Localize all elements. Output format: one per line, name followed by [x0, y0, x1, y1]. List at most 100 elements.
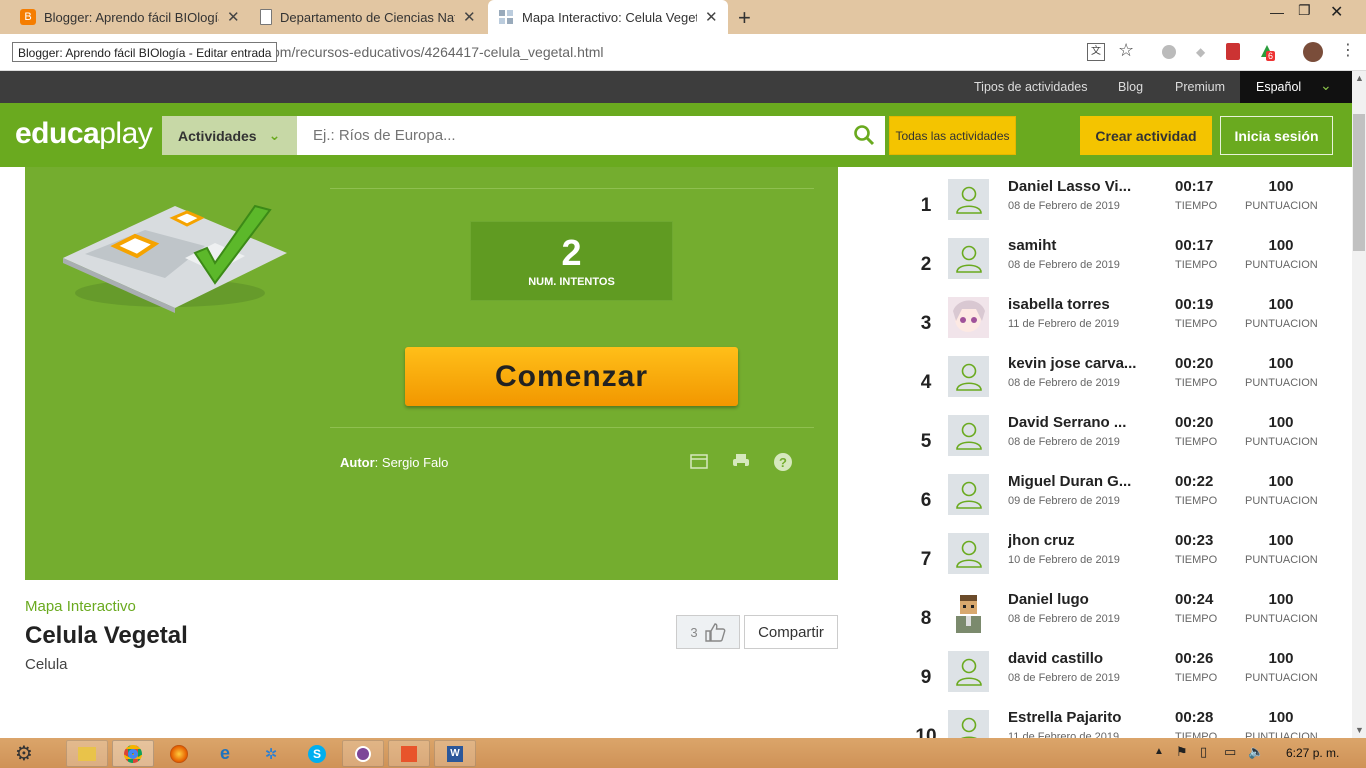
- user-icon[interactable]: [948, 474, 989, 515]
- all-activities-button[interactable]: Todas las actividades: [889, 116, 1016, 155]
- user-icon[interactable]: [948, 651, 989, 692]
- score-label: PUNTUACION: [1245, 200, 1318, 212]
- pdf-extension-icon[interactable]: [1226, 43, 1240, 60]
- show-hidden-icons[interactable]: ▲: [1154, 746, 1164, 757]
- share-button[interactable]: Compartir: [744, 615, 838, 649]
- time-label: TIEMPO: [1175, 613, 1218, 625]
- score-label: PUNTUACION: [1245, 377, 1318, 389]
- nav-tipos-actividades[interactable]: Tipos de actividades: [974, 80, 1088, 94]
- network-icon[interactable]: ▭: [1224, 744, 1236, 760]
- divider: [330, 427, 814, 428]
- user-icon[interactable]: [948, 415, 989, 456]
- play-time: 00:20: [1175, 414, 1214, 431]
- profile-avatar[interactable]: [1303, 42, 1323, 62]
- scroll-down-icon[interactable]: ▼: [1355, 725, 1364, 735]
- user-icon[interactable]: [948, 356, 989, 397]
- battery-icon[interactable]: ▯: [1200, 744, 1207, 760]
- time-label: TIEMPO: [1175, 200, 1218, 212]
- player-name[interactable]: David Serrano ...: [1008, 414, 1138, 431]
- firefox-icon[interactable]: [158, 740, 200, 767]
- extension-icon[interactable]: 6: [1258, 42, 1276, 61]
- chrome-icon[interactable]: [112, 740, 154, 767]
- player-name[interactable]: Daniel Lasso Vi...: [1008, 178, 1138, 195]
- player-name[interactable]: samiht: [1008, 237, 1138, 254]
- tab-mapa-interactivo[interactable]: Mapa Interactivo: Celula Vegetal ✕: [488, 0, 728, 34]
- score-label: PUNTUACION: [1245, 554, 1318, 566]
- file-explorer-icon[interactable]: [66, 740, 108, 767]
- play-time: 00:20: [1175, 355, 1214, 372]
- window-close-icon[interactable]: ✕: [1330, 2, 1343, 22]
- close-icon[interactable]: ✕: [227, 8, 240, 26]
- minimize-icon[interactable]: —: [1270, 4, 1284, 20]
- play-time: 00:23: [1175, 532, 1214, 549]
- author-name[interactable]: : Sergio Falo: [375, 455, 449, 470]
- score-label: PUNTUACION: [1245, 259, 1318, 271]
- network-app-icon[interactable]: ✲: [250, 740, 292, 767]
- rank-position: 9: [920, 667, 932, 688]
- category-select[interactable]: Actividades ⌄: [162, 116, 297, 155]
- player-name[interactable]: david castillo: [1008, 650, 1138, 667]
- player-name[interactable]: Estrella Pajarito: [1008, 709, 1138, 726]
- time-label: TIEMPO: [1175, 377, 1218, 389]
- thumbs-up-icon: [704, 622, 726, 642]
- help-icon[interactable]: ?: [774, 453, 792, 471]
- close-icon[interactable]: ✕: [705, 8, 718, 26]
- score-label: PUNTUACION: [1245, 318, 1318, 330]
- player-name[interactable]: isabella torres: [1008, 296, 1138, 313]
- rank-position: 6: [920, 490, 932, 511]
- language-select[interactable]: Español ⌄: [1240, 71, 1352, 103]
- nav-premium[interactable]: Premium: [1175, 80, 1225, 94]
- scrollbar-thumb[interactable]: [1353, 114, 1365, 251]
- volume-icon[interactable]: 🔈: [1248, 744, 1264, 760]
- tab-blogger[interactable]: B Blogger: Aprendo fácil BIOlogía - ✕: [10, 0, 248, 34]
- internet-explorer-icon[interactable]: e: [204, 740, 246, 767]
- play-date: 08 de Febrero de 2019: [1008, 613, 1120, 625]
- close-icon[interactable]: ✕: [463, 8, 476, 26]
- create-activity-button[interactable]: Crear actividad: [1080, 116, 1212, 155]
- player-name[interactable]: kevin jose carva...: [1008, 355, 1138, 372]
- like-button[interactable]: 3: [676, 615, 740, 649]
- scroll-up-icon[interactable]: ▲: [1355, 73, 1364, 83]
- start-gear-icon[interactable]: ⚙: [3, 740, 45, 767]
- office-icon[interactable]: [388, 740, 430, 767]
- extension-icon[interactable]: [1162, 45, 1176, 59]
- start-button[interactable]: Comenzar: [405, 347, 738, 406]
- user-icon[interactable]: [948, 533, 989, 574]
- player-name[interactable]: jhon cruz: [1008, 532, 1138, 549]
- score-value: 100: [1268, 532, 1294, 549]
- player-name[interactable]: Miguel Duran G...: [1008, 473, 1138, 490]
- activity-type[interactable]: Mapa Interactivo: [25, 598, 136, 615]
- player-name[interactable]: Daniel lugo: [1008, 591, 1138, 608]
- extension-badge: 6: [1266, 51, 1276, 61]
- search-icon[interactable]: [853, 124, 875, 146]
- skype-icon[interactable]: S: [296, 740, 338, 767]
- user-icon[interactable]: [948, 179, 989, 220]
- search-input[interactable]: [297, 116, 885, 155]
- taskbar-clock[interactable]: 6:27 p. m.: [1286, 746, 1339, 760]
- play-time: 00:17: [1175, 237, 1214, 254]
- educaplay-logo[interactable]: educaplay: [15, 117, 153, 151]
- tab-departamento[interactable]: Departamento de Ciencias Natur ✕: [250, 0, 486, 34]
- avatar[interactable]: [948, 592, 989, 633]
- embed-icon[interactable]: [690, 453, 708, 469]
- print-icon[interactable]: [732, 453, 750, 469]
- login-button[interactable]: Inicia sesión: [1220, 116, 1333, 155]
- play-date: 08 de Febrero de 2019: [1008, 259, 1120, 271]
- flag-icon[interactable]: ⚑: [1176, 744, 1188, 760]
- extension-icon[interactable]: ◆: [1196, 45, 1205, 59]
- menu-icon[interactable]: ⋮: [1340, 40, 1356, 60]
- url-text[interactable]: om/recursos-educativos/4264417-celula_ve…: [272, 44, 604, 60]
- user-icon[interactable]: [948, 238, 989, 279]
- time-label: TIEMPO: [1175, 672, 1218, 684]
- tor-icon[interactable]: [342, 740, 384, 767]
- star-icon[interactable]: ☆: [1118, 40, 1134, 61]
- translate-icon[interactable]: 文: [1087, 43, 1105, 61]
- word-icon[interactable]: W: [434, 740, 476, 767]
- play-time: 00:26: [1175, 650, 1214, 667]
- attempts-counter: 2 NUM. INTENTOS: [470, 221, 673, 301]
- nav-blog[interactable]: Blog: [1118, 80, 1143, 94]
- avatar[interactable]: [948, 297, 989, 338]
- new-tab-icon[interactable]: +: [738, 5, 751, 31]
- educaplay-icon: [498, 9, 514, 25]
- maximize-icon[interactable]: ❐: [1298, 2, 1311, 19]
